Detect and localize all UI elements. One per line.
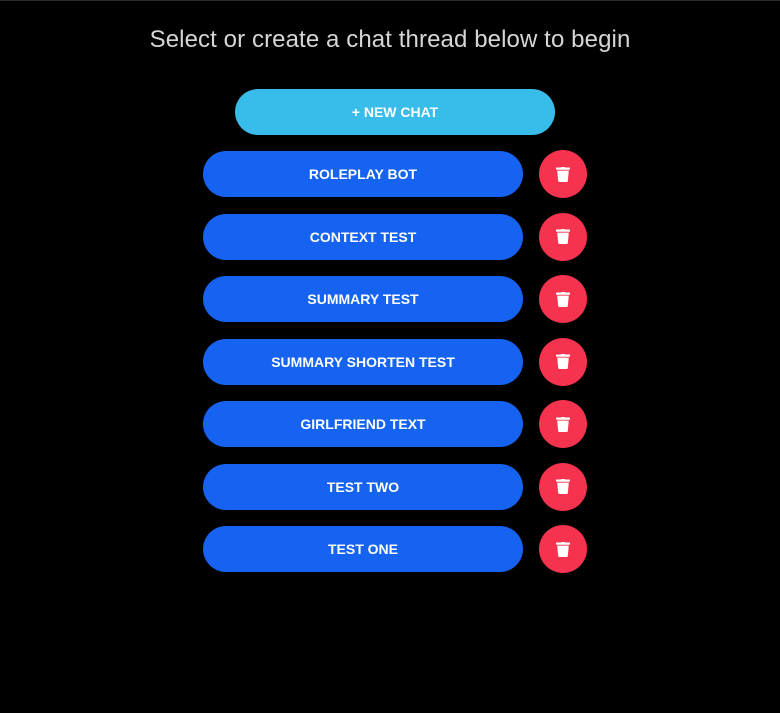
new-chat-button[interactable]: + NEW CHAT (235, 89, 555, 135)
thread-button-test-one[interactable]: TEST ONE (203, 526, 523, 572)
trash-icon (556, 541, 570, 557)
delete-thread-button[interactable] (539, 212, 587, 261)
thread-row: SUMMARY TEST (203, 275, 603, 323)
page-title: Select or create a chat thread below to … (149, 26, 631, 53)
thread-row: CONTEXT TEST (203, 212, 603, 261)
top-border (0, 0, 780, 1)
trash-icon (556, 229, 570, 244)
delete-thread-button[interactable] (539, 400, 587, 448)
delete-thread-button[interactable] (539, 275, 587, 323)
delete-thread-button[interactable] (539, 462, 587, 511)
thread-row: GIRLFRIEND TEXT (203, 400, 603, 448)
thread-button-summary-test[interactable]: SUMMARY TEST (203, 276, 523, 322)
thread-button-summary-shorten-test[interactable]: SUMMARY SHORTEN TEST (203, 338, 523, 385)
thread-row: ROLEPLAY BOT (203, 150, 603, 198)
trash-icon (556, 354, 570, 369)
delete-thread-button[interactable] (539, 337, 587, 386)
delete-thread-button[interactable] (539, 525, 587, 573)
thread-row: TEST ONE (203, 525, 603, 573)
thread-button-context-test[interactable]: CONTEXT TEST (203, 213, 523, 260)
trash-icon (556, 416, 570, 432)
trash-icon (556, 479, 570, 494)
trash-icon (556, 166, 570, 182)
thread-button-roleplay-bot[interactable]: ROLEPLAY BOT (203, 151, 523, 197)
thread-button-test-two[interactable]: TEST TWO (203, 463, 523, 510)
thread-list: ROLEPLAY BOT CONTEXT TEST SUMMARY TEST S… (203, 150, 603, 589)
thread-row: SUMMARY SHORTEN TEST (203, 337, 603, 386)
thread-row: TEST TWO (203, 462, 603, 511)
thread-button-girlfriend-text[interactable]: GIRLFRIEND TEXT (203, 401, 523, 447)
trash-icon (556, 291, 570, 307)
delete-thread-button[interactable] (539, 150, 587, 198)
